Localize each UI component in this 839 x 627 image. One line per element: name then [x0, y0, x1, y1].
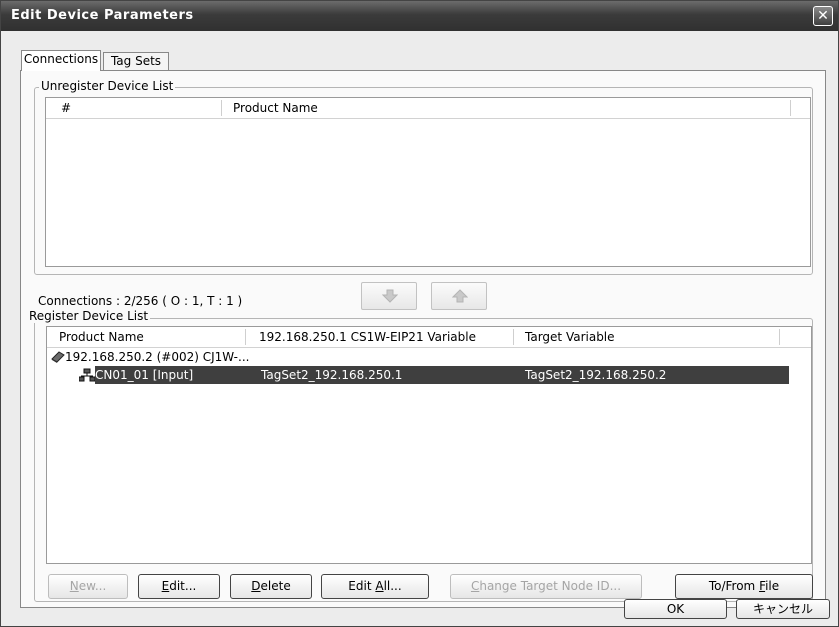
arrow-up-icon [452, 289, 468, 303]
tab-tag-sets-label: Tag Sets [110, 54, 162, 68]
connection-name: CN01_01 [Input] [95, 368, 194, 382]
column-separator[interactable] [221, 100, 222, 116]
device-row-label: 192.168.250.2 (#002) CJ1W-... [65, 350, 250, 364]
edit-all-button[interactable]: Edit All... [321, 574, 429, 599]
register-device-list[interactable]: Product Name 192.168.250.1 CS1W-EIP21 Va… [46, 326, 812, 564]
delete-button-label: Delete [251, 579, 291, 593]
ok-button-label: OK [666, 602, 685, 616]
title-bar[interactable]: Edit Device Parameters ✕ [1, 1, 838, 31]
move-down-button[interactable] [361, 282, 417, 310]
change-target-node-id-button[interactable]: Change Target Node ID... [450, 574, 642, 599]
column-separator[interactable] [790, 100, 791, 116]
unregister-col-product-name[interactable]: Product Name [233, 101, 318, 115]
edit-all-button-label: Edit All... [348, 579, 402, 593]
column-separator[interactable] [513, 329, 514, 345]
ok-button[interactable]: OK [624, 599, 727, 619]
edit-button[interactable]: Edit... [138, 574, 220, 599]
tab-tag-sets[interactable]: Tag Sets [103, 52, 169, 70]
unregister-group-label: Unregister Device List [39, 79, 176, 93]
new-button[interactable]: New... [48, 574, 128, 599]
register-col-product-name[interactable]: Product Name [59, 330, 144, 344]
cancel-button-label: キャンセル [752, 602, 813, 616]
connections-tab-panel: Unregister Device List # Product Name Co… [20, 70, 826, 608]
edit-device-parameters-dialog: Edit Device Parameters ✕ Connections Tag… [0, 0, 839, 627]
column-separator[interactable] [779, 329, 780, 345]
edit-button-label: Edit... [161, 579, 197, 593]
close-icon: ✕ [817, 8, 829, 24]
new-button-label: New... [69, 579, 107, 593]
dialog-client-area: Connections Tag Sets Unregister Device L… [5, 31, 834, 624]
register-col-target-variable[interactable]: Target Variable [525, 330, 615, 344]
register-list-header: Product Name 192.168.250.1 CS1W-EIP21 Va… [47, 327, 811, 348]
column-separator[interactable] [245, 329, 246, 345]
unregister-col-number[interactable]: # [61, 101, 71, 115]
unregister-device-list[interactable]: # Product Name [45, 97, 811, 267]
to-from-file-label: To/From File [708, 579, 780, 593]
delete-button[interactable]: Delete [230, 574, 312, 599]
close-button[interactable]: ✕ [813, 6, 833, 26]
connection-row[interactable]: CN01_01 [Input] TagSet2_192.168.250.1 Ta… [79, 366, 789, 384]
unregister-list-header: # Product Name [46, 98, 810, 119]
connection-originator-variable: TagSet2_192.168.250.1 [261, 368, 403, 382]
tab-connections[interactable]: Connections [21, 50, 101, 71]
cancel-button[interactable]: キャンセル [736, 599, 830, 619]
device-row[interactable]: 192.168.250.2 (#002) CJ1W-... [49, 348, 349, 366]
arrow-down-icon [382, 289, 398, 303]
to-from-file-button[interactable]: To/From File [675, 574, 813, 599]
move-up-button[interactable] [431, 282, 487, 310]
register-col-originator-variable[interactable]: 192.168.250.1 CS1W-EIP21 Variable [259, 330, 476, 344]
change-target-node-id-label: Change Target Node ID... [470, 579, 622, 593]
device-icon [51, 351, 65, 363]
window-title: Edit Device Parameters [11, 8, 194, 23]
connections-count-text: Connections : 2/256 ( O : 1, T : 1 ) [38, 294, 243, 308]
register-group-label: Register Device List [27, 309, 151, 323]
tab-connections-label: Connections [23, 52, 99, 66]
connection-target-variable: TagSet2_192.168.250.2 [525, 368, 667, 382]
network-connection-icon [79, 368, 95, 382]
